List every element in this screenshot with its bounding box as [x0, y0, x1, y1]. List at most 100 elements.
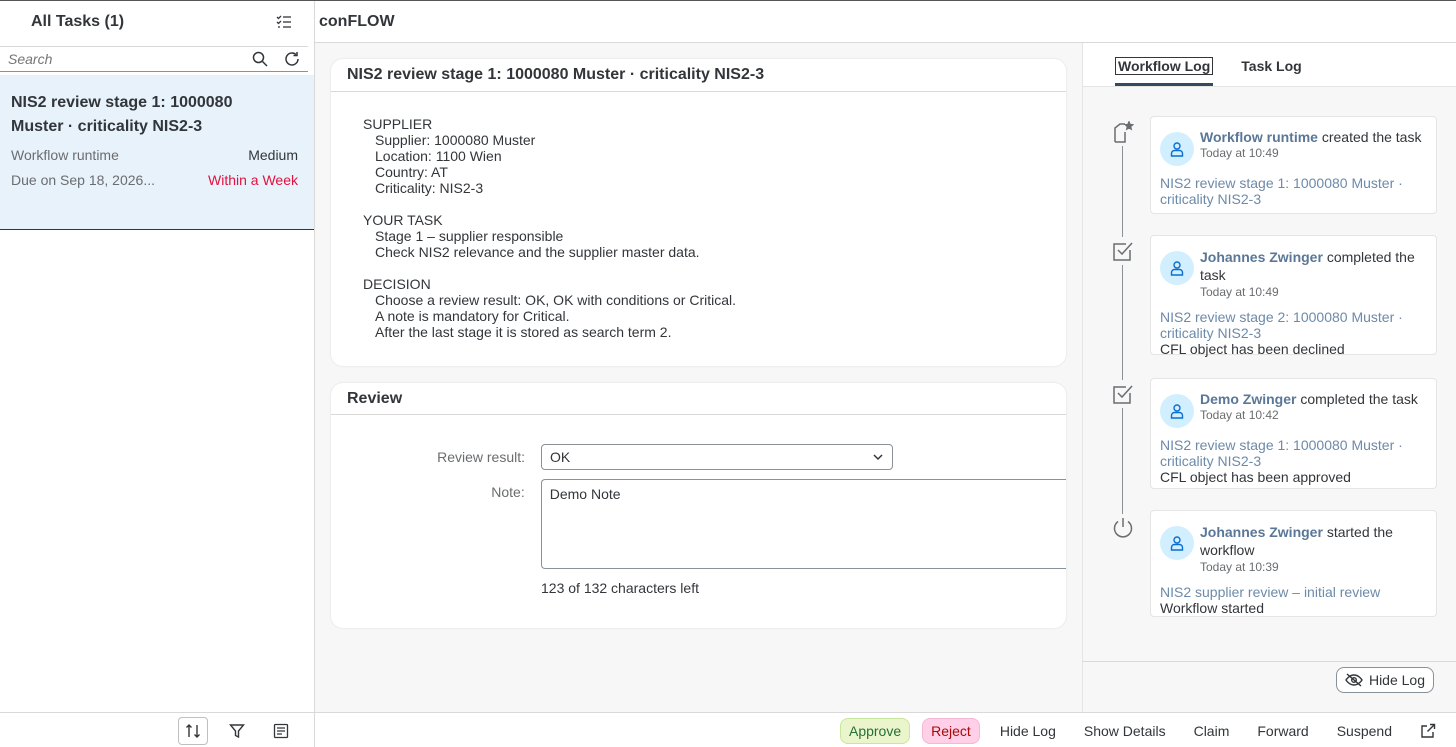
tab-workflow-log[interactable]: Workflow Log	[1115, 57, 1214, 86]
task-completed-icon	[1109, 237, 1137, 265]
chevron-down-icon	[872, 451, 884, 463]
sort-button[interactable]	[178, 716, 208, 745]
note-char-counter: 123 of 132 characters left	[541, 580, 699, 596]
log-entry-ref: NIS2 review stage 1: 1000080 Muster · cr…	[1160, 437, 1403, 469]
task-creator: Workflow runtime	[11, 147, 119, 163]
claim-button[interactable]: Claim	[1186, 718, 1238, 744]
description-body: SUPPLIER Supplier: 1000080 Muster Locati…	[331, 92, 1066, 340]
log-entry-text: Demo Zwinger completed the task Today at…	[1200, 391, 1418, 428]
review-result-select[interactable]: OK	[541, 444, 893, 470]
log-entry-time: Today at 10:49	[1200, 146, 1279, 160]
log-entry-head: Demo Zwinger completed the task Today at…	[1160, 391, 1426, 428]
task-priority: Medium	[248, 147, 298, 163]
log-entry-user[interactable]: Workflow runtime	[1200, 129, 1318, 145]
description-title: NIS2 review stage 1: 1000080 Muster · cr…	[331, 59, 1066, 92]
suspend-button[interactable]: Suspend	[1329, 718, 1400, 744]
timeline-line	[1122, 143, 1123, 531]
task-detail-content: NIS2 review stage 1: 1000080 Muster · cr…	[315, 43, 1082, 712]
log-entry-ref: NIS2 review stage 1: 1000080 Muster · cr…	[1160, 175, 1403, 207]
note-textarea[interactable]: Demo Note	[540, 479, 1066, 569]
log-entry-user[interactable]: Johannes Zwinger	[1200, 524, 1323, 540]
hide-log-button[interactable]: Hide Log	[1335, 667, 1434, 693]
log-pane: Workflow Log Task Log Workflow runtime c…	[1082, 43, 1456, 712]
log-entry-ref: NIS2 review stage 2: 1000080 Muster · cr…	[1160, 309, 1403, 341]
task-title-line1: NIS2 review stage 1: 1000080	[11, 94, 233, 111]
action-bar: Approve Reject Hide Log Show Details Cla…	[315, 712, 1456, 747]
log-entry: Workflow runtime created the task Today …	[1150, 116, 1437, 214]
person-icon	[1170, 536, 1184, 551]
reject-button[interactable]: Reject	[922, 717, 980, 744]
task-list-footer	[0, 712, 314, 747]
avatar	[1160, 526, 1194, 560]
app: All Tasks (1) NIS2 review stage 1: 10000…	[0, 0, 1456, 747]
desc-section-decision: DECISION Choose a review result: OK, OK …	[363, 276, 1034, 340]
review-result-row: Review result: OK	[331, 444, 1066, 470]
search-bar	[0, 46, 308, 72]
eye-slash-icon	[1345, 673, 1363, 687]
filter-button[interactable]	[222, 717, 252, 745]
open-external-button[interactable]	[1412, 718, 1444, 744]
show-details-button[interactable]: Show Details	[1076, 718, 1174, 744]
log-entry-time: Today at 10:39	[1200, 560, 1279, 574]
forward-button[interactable]: Forward	[1249, 718, 1316, 744]
task-created-icon	[1109, 118, 1137, 146]
task-list-pane: All Tasks (1) NIS2 review stage 1: 10000…	[0, 1, 315, 747]
log-tabs: Workflow Log Task Log	[1083, 43, 1456, 87]
desc-line: Choose a review result: OK, OK with cond…	[375, 292, 737, 308]
sort-icon	[185, 723, 201, 739]
tab-workflow-log-label: Workflow Log	[1115, 57, 1214, 75]
refresh-icon[interactable]	[276, 51, 308, 67]
person-icon	[1170, 142, 1184, 157]
log-entry-text: Workflow runtime created the task Today …	[1200, 129, 1421, 166]
description-card: NIS2 review stage 1: 1000080 Muster · cr…	[331, 59, 1066, 366]
desc-heading: SUPPLIER	[363, 116, 433, 132]
log-entry-action: created the task	[1321, 129, 1422, 145]
task-meta-row: Workflow runtime Medium	[11, 146, 298, 165]
log-entry-message: CFL object has been declined	[1160, 341, 1345, 357]
log-entry-head: Johannes Zwinger completed the task Toda…	[1160, 248, 1426, 300]
multi-select-icon[interactable]	[276, 14, 292, 30]
search-input[interactable]	[8, 51, 244, 67]
log-entry-user[interactable]: Johannes Zwinger	[1200, 249, 1323, 265]
review-card: Review Review result: OK Note: Demo Note…	[331, 383, 1066, 628]
app-title: conFLOW	[319, 12, 395, 30]
desc-line: A note is mandatory for Critical.	[375, 308, 570, 324]
task-due-status: Within a Week	[208, 172, 298, 188]
desc-line: Country: AT	[375, 164, 448, 180]
desc-heading: DECISION	[363, 276, 431, 292]
external-link-icon	[1420, 723, 1436, 739]
search-icon[interactable]	[244, 51, 276, 67]
log-entry: Demo Zwinger completed the task Today at…	[1150, 378, 1437, 489]
log-entry-text: Johannes Zwinger started the workflow To…	[1200, 523, 1426, 575]
review-title: Review	[331, 383, 1066, 415]
avatar	[1160, 394, 1194, 428]
hide-log-action-button[interactable]: Hide Log	[992, 718, 1064, 744]
desc-line: Supplier: 1000080 Muster	[375, 132, 536, 148]
log-entry-message: Workflow started	[1160, 600, 1264, 616]
log-entry-ref: NIS2 supplier review – initial review	[1160, 584, 1381, 600]
log-entry-head: Workflow runtime created the task Today …	[1160, 129, 1426, 166]
task-list-title: All Tasks (1)	[31, 13, 125, 30]
log-entry: Johannes Zwinger started the workflow To…	[1150, 510, 1437, 617]
task-list-item[interactable]: NIS2 review stage 1: 1000080 Muster · cr…	[0, 75, 314, 230]
review-result-value: OK	[550, 449, 571, 465]
person-icon	[1170, 261, 1184, 276]
approve-button[interactable]: Approve	[839, 717, 911, 744]
filter-icon	[229, 723, 245, 739]
tab-task-log[interactable]: Task Log	[1241, 58, 1301, 86]
desc-heading: YOUR TASK	[363, 212, 443, 228]
log-entry-user[interactable]: Demo Zwinger	[1200, 391, 1296, 407]
log-entry-time: Today at 10:49	[1200, 285, 1279, 299]
hide-log-label: Hide Log	[1368, 672, 1425, 688]
group-button[interactable]	[266, 717, 296, 745]
task-list-header: All Tasks (1)	[0, 1, 314, 43]
task-completed-icon	[1109, 380, 1137, 408]
desc-section-task: YOUR TASK Stage 1 – supplier responsible…	[363, 212, 1034, 260]
group-icon	[273, 723, 289, 739]
task-due-row: Due on Sep 18, 2026... Within a Week	[11, 171, 298, 190]
log-entry: Johannes Zwinger completed the task Toda…	[1150, 235, 1437, 357]
desc-line: Criticality: NIS2-3	[375, 180, 484, 196]
log-entry-text: Johannes Zwinger completed the task Toda…	[1200, 248, 1426, 300]
task-title-line2: Muster · criticality NIS2-3	[11, 118, 203, 135]
avatar	[1160, 132, 1194, 166]
